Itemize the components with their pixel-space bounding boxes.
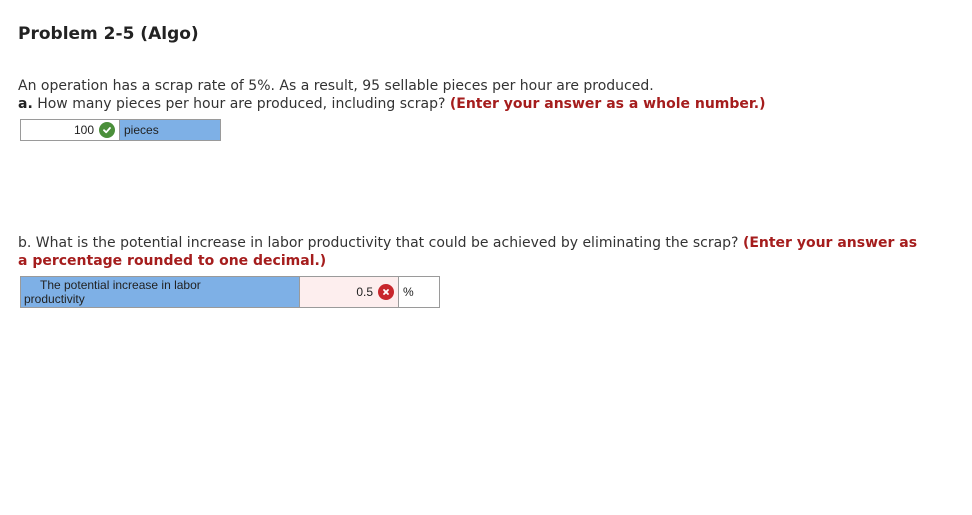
problem-title: Problem 2-5 (Algo) <box>18 24 199 44</box>
problem-intro: An operation has a scrap rate of 5%. As … <box>18 78 654 94</box>
part-b-answer-row: The potential increase in labor producti… <box>20 276 440 308</box>
part-a-unit: pieces <box>120 120 220 140</box>
part-b-unit: % <box>399 277 439 307</box>
part-b-field-label-line1: The potential increase in labor <box>40 278 201 292</box>
x-icon <box>378 284 394 300</box>
part-a-instruction: (Enter your answer as a whole number.) <box>449 96 766 112</box>
part-a-answer-value: 100 <box>73 123 94 137</box>
part-a-answer-row: 100 pieces <box>20 119 221 141</box>
part-a-question: a. How many pieces per hour are produced… <box>18 95 766 113</box>
part-b-question: b. What is the potential increase in lab… <box>18 234 918 270</box>
part-b-answer-input[interactable]: 0.5 <box>300 277 399 307</box>
part-b-question-text: b. What is the potential increase in lab… <box>18 235 743 251</box>
part-b-field-label: The potential increase in labor producti… <box>21 277 300 307</box>
part-b-field-label-line2: productivity <box>24 292 85 306</box>
part-a-question-text: How many pieces per hour are produced, i… <box>32 96 450 112</box>
part-b-answer-value: 0.5 <box>356 285 373 299</box>
check-icon <box>99 122 115 138</box>
part-a-answer-input[interactable]: 100 <box>21 120 120 140</box>
part-a-label: a. <box>18 96 33 112</box>
